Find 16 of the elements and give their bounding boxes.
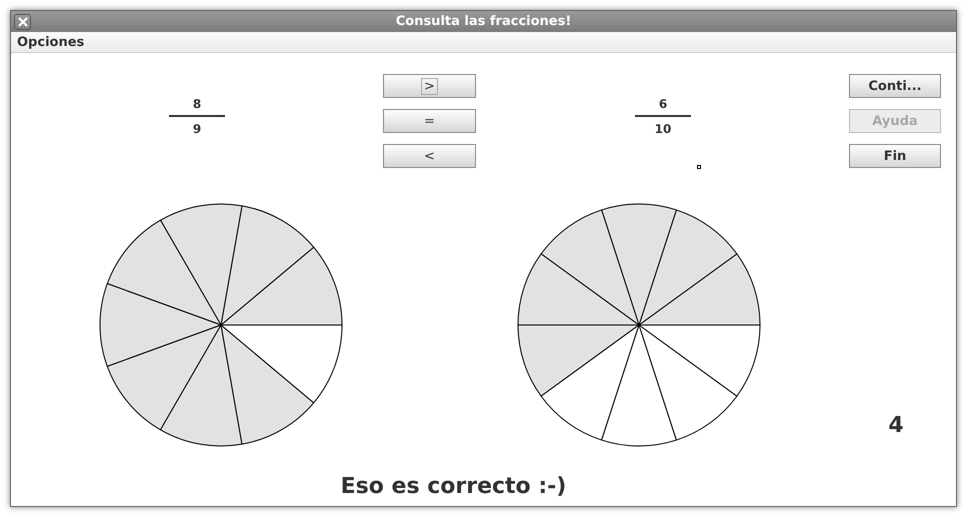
compare-button[interactable]: = (383, 109, 476, 133)
result-message: Eso es correcto :-) (340, 473, 566, 501)
denominator: 9 (192, 122, 202, 136)
menu-item[interactable]: Opciones (11, 34, 90, 50)
score-number: 4 (888, 413, 904, 438)
numerator: 6 (658, 97, 668, 111)
numerator: 8 (192, 97, 202, 111)
denominator: 10 (654, 122, 672, 136)
point-marker (697, 165, 701, 169)
action-button[interactable]: Fin (849, 144, 941, 168)
compare-button[interactable]: > (383, 74, 476, 98)
action-button[interactable]: Conti... (849, 74, 941, 98)
close-button[interactable] (14, 14, 31, 30)
compare-button[interactable]: < (383, 144, 476, 168)
close-icon (16, 16, 28, 28)
window-title: Consulta las fracciones! (394, 14, 572, 29)
